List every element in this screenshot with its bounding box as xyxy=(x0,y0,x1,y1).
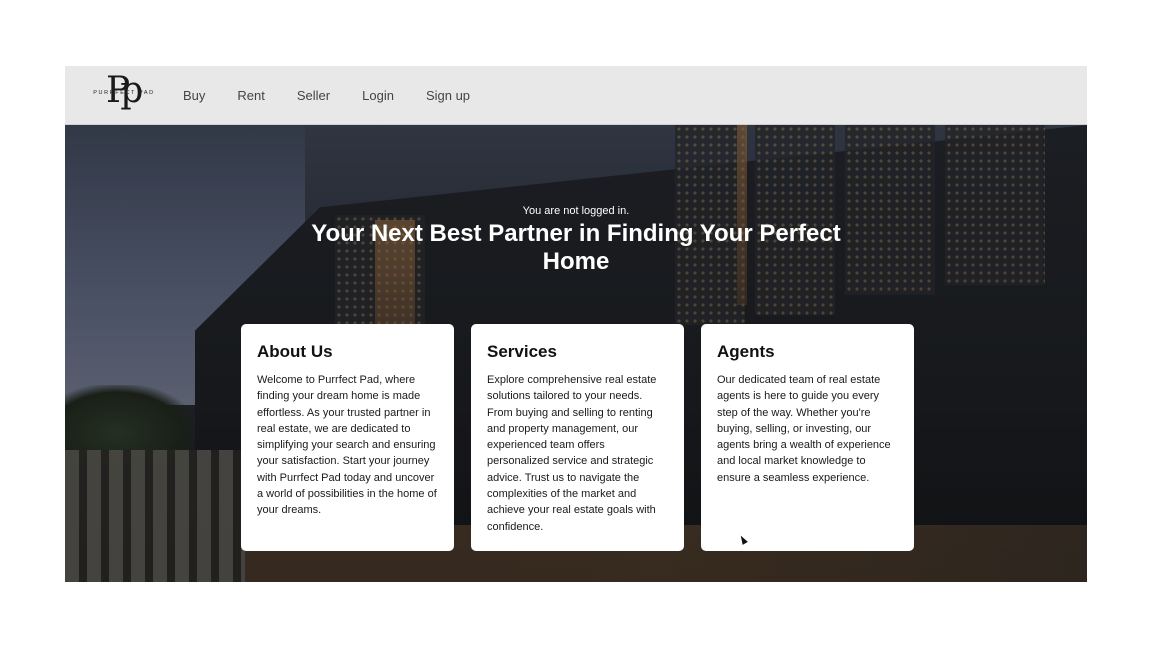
nav-buy-link[interactable]: Buy xyxy=(183,88,205,103)
app-frame: Pp PURRFECT PAD Buy Rent Seller Login Si… xyxy=(65,66,1087,582)
card-body: Explore comprehensive real estate soluti… xyxy=(487,374,657,533)
nav-login-link[interactable]: Login xyxy=(362,88,394,103)
nav-rent-link[interactable]: Rent xyxy=(237,88,264,103)
logo-text: PURRFECT PAD xyxy=(93,90,155,96)
brand-logo[interactable]: Pp PURRFECT PAD xyxy=(89,71,159,115)
login-status-text: You are not logged in. xyxy=(522,205,630,217)
nav-seller-link[interactable]: Seller xyxy=(297,88,330,103)
hero-title: Your Next Best Partner in Finding Your P… xyxy=(311,220,841,275)
services-card: Services Explore comprehensive real esta… xyxy=(471,324,684,551)
about-us-card: About Us Welcome to Purrfect Pad, where … xyxy=(241,324,454,551)
agents-card: Agents Our dedicated team of real estate… xyxy=(701,324,914,551)
navbar: Pp PURRFECT PAD Buy Rent Seller Login Si… xyxy=(65,66,1087,125)
hero-section: You are not logged in. Your Next Best Pa… xyxy=(65,125,1087,582)
card-title: Services xyxy=(487,342,557,361)
card-body: Welcome to Purrfect Pad, where finding y… xyxy=(257,374,437,517)
card-body: Our dedicated team of real estate agents… xyxy=(717,374,891,484)
nav-signup-link[interactable]: Sign up xyxy=(426,88,470,103)
card-title: About Us xyxy=(257,342,333,361)
card-title: Agents xyxy=(717,342,775,361)
